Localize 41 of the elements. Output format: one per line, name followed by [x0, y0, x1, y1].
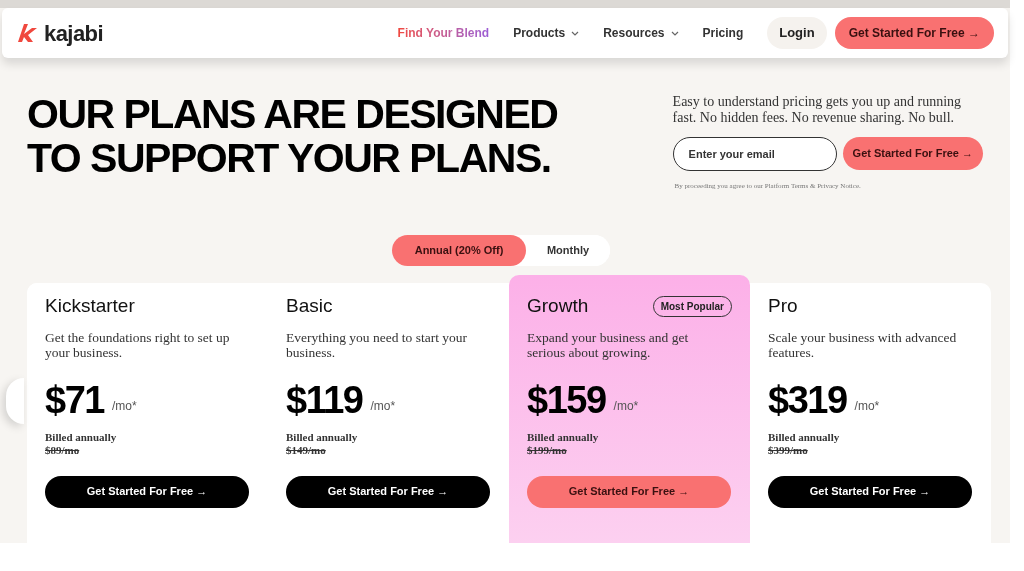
- caret-icon: [670, 30, 679, 36]
- billing-tab[interactable]: Annual (20% Off): [392, 234, 526, 266]
- get-started-button[interactable]: Get Started For Free →: [842, 137, 983, 170]
- nav-link[interactable]: Pricing: [702, 24, 744, 42]
- old-price: $199/mo: [527, 443, 567, 457]
- plan-price: $319: [768, 379, 847, 420]
- billing-note: Billed annually: [768, 430, 841, 444]
- plan-description: Scale your business with advanced features.: [768, 329, 958, 362]
- old-price: $399/mo: [768, 443, 808, 457]
- email-field[interactable]: Enter your email: [672, 137, 837, 171]
- plan-description: Get the foundations right to set up your business.: [45, 329, 231, 362]
- nav-link[interactable]: Products: [513, 24, 580, 42]
- billing-note: Billed annually: [527, 430, 600, 444]
- price-unit: /mo*: [370, 397, 396, 415]
- plan-price: $119: [286, 379, 363, 420]
- price-unit: /mo*: [854, 397, 880, 415]
- caret-icon: [571, 30, 580, 36]
- plan-description: Expand your business and get serious about growing.: [527, 329, 690, 362]
- price-unit: /mo*: [111, 397, 137, 415]
- plan-name: Growth: [527, 294, 589, 319]
- old-price: $89/mo: [45, 443, 80, 457]
- plan-name: Pro: [768, 294, 798, 319]
- plan-description: Everything you need to start your business.: [286, 329, 469, 362]
- get-started-button[interactable]: Get Started For Free →: [768, 475, 972, 508]
- plan-price: $71: [45, 379, 104, 420]
- plan-name: Basic: [286, 294, 333, 319]
- billing-note: Billed annually: [45, 430, 118, 444]
- plan-name: Kickstarter: [45, 294, 135, 319]
- billing-note: Billed annually: [286, 430, 359, 444]
- get-started-button[interactable]: Get Started For Free →: [834, 17, 994, 49]
- get-started-button[interactable]: Get Started For Free →: [527, 475, 731, 508]
- intro-text: Easy to understand pricing gets you up and running fast. No hidden fees. No revenue sharing. No bull.: [672, 94, 963, 126]
- get-started-button[interactable]: Get Started For Free →: [286, 475, 490, 508]
- old-price: $149/mo: [286, 443, 326, 457]
- price-unit: /mo*: [613, 397, 639, 415]
- headline: OUR PLANS ARE DESIGNED TO SUPPORT YOUR PLANS.: [27, 92, 559, 183]
- get-started-button[interactable]: Get Started For Free →: [45, 475, 249, 508]
- logo-text[interactable]: kajabi: [44, 16, 104, 50]
- login-button[interactable]: Login: [767, 17, 827, 49]
- plan-price: $159: [527, 379, 606, 420]
- nav-link[interactable]: Resources: [603, 24, 679, 42]
